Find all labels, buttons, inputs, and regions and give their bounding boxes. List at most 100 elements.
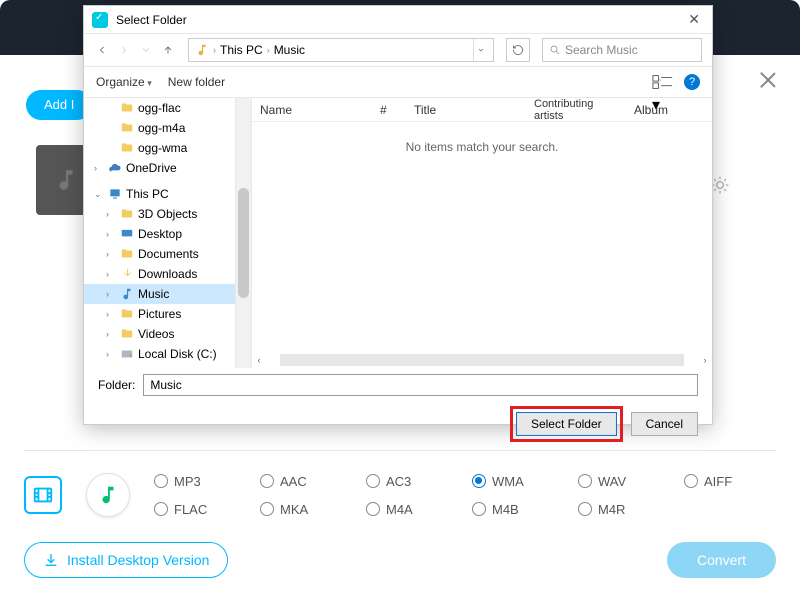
tree-item-desktop[interactable]: ›Desktop [84, 224, 235, 244]
format-radio-mp3[interactable]: MP3 [154, 467, 234, 495]
format-radio-m4a[interactable]: M4A [366, 495, 446, 523]
breadcrumb-dropdown[interactable] [473, 39, 487, 61]
tree-item-ogg-m4a[interactable]: ogg-m4a [84, 118, 235, 138]
radio-icon [578, 474, 592, 488]
tree-item-ogg-wma[interactable]: ogg-wma [84, 138, 235, 158]
format-radio-mka[interactable]: MKA [260, 495, 340, 523]
folder-tree[interactable]: ogg-flacogg-m4aogg-wma›OneDrive⌄This PC›… [84, 98, 236, 368]
empty-results-text: No items match your search. [252, 140, 712, 154]
folder-ic-icon [120, 207, 134, 221]
tree-item-documents[interactable]: ›Documents [84, 244, 235, 264]
panel-close-icon[interactable] [758, 70, 778, 90]
breadcrumb-root[interactable]: This PC [220, 43, 263, 57]
radio-icon [578, 502, 592, 516]
tree-item-local-disk-c-[interactable]: ›Local Disk (C:) [84, 344, 235, 364]
breadcrumb-current[interactable]: Music [274, 43, 305, 57]
radio-icon [366, 474, 380, 488]
folder-ic-icon [120, 327, 134, 341]
folder-name-row: Folder: [84, 368, 712, 398]
format-radio-m4r[interactable]: M4R [578, 495, 658, 523]
nav-back-button[interactable] [94, 42, 110, 58]
view-options-button[interactable]: ▾ [652, 74, 674, 90]
download-icon [43, 552, 59, 568]
new-folder-button[interactable]: New folder [168, 75, 225, 89]
divider [24, 450, 776, 451]
select-folder-button[interactable]: Select Folder [516, 412, 617, 436]
radio-icon [472, 502, 486, 516]
refresh-button[interactable] [506, 38, 530, 62]
footer-row: Install Desktop Version Convert [24, 542, 776, 578]
radio-icon [366, 502, 380, 516]
format-radio-ac3[interactable]: AC3 [366, 467, 446, 495]
radio-icon [260, 502, 274, 516]
dialog-nav-row: › This PC › Music Search Music [84, 34, 712, 66]
search-icon [549, 44, 561, 56]
nav-recent-dropdown[interactable] [138, 42, 154, 58]
tree-scrollbar[interactable] [236, 98, 252, 368]
tree-item-music[interactable]: ›Music [84, 284, 235, 304]
radio-icon [472, 474, 486, 488]
file-list-pane: Name # Title Contributing artists Album … [252, 98, 712, 368]
convert-button[interactable]: Convert [667, 542, 776, 578]
search-placeholder: Search Music [565, 43, 638, 57]
tree-item-onedrive[interactable]: ›OneDrive [84, 158, 235, 178]
desktop-ic-icon [120, 227, 134, 241]
tree-item-downloads[interactable]: ›Downloads [84, 264, 235, 284]
dialog-titlebar: Select Folder ✕ [84, 6, 712, 34]
format-radio-wma[interactable]: WMA [472, 467, 552, 495]
col-title[interactable]: Title [406, 103, 526, 117]
organize-menu[interactable]: Organize [96, 75, 152, 89]
highlight-box: Select Folder [510, 406, 623, 442]
help-icon[interactable]: ? [684, 74, 700, 90]
search-input[interactable]: Search Music [542, 38, 702, 62]
horizontal-scrollbar[interactable]: ‹› [252, 352, 712, 368]
folder-name-input[interactable] [143, 374, 698, 396]
radio-icon [154, 474, 168, 488]
format-radio-flac[interactable]: FLAC [154, 495, 234, 523]
tree-item-videos[interactable]: ›Videos [84, 324, 235, 344]
nav-up-button[interactable] [160, 42, 176, 58]
breadcrumb-bar[interactable]: › This PC › Music [188, 38, 494, 62]
dialog-close-button[interactable]: ✕ [684, 11, 704, 28]
column-headers[interactable]: Name # Title Contributing artists Album [252, 98, 712, 122]
folder-ic-icon [120, 141, 134, 155]
install-desktop-button[interactable]: Install Desktop Version [24, 542, 228, 578]
col-contrib[interactable]: Contributing artists [526, 98, 626, 122]
radio-icon [154, 502, 168, 516]
format-radio-aiff[interactable]: AIFF [684, 467, 764, 495]
col-album[interactable]: Album [626, 103, 686, 117]
folder-ic-icon [120, 121, 134, 135]
format-radio-wav[interactable]: WAV [578, 467, 658, 495]
folder-ic-icon [120, 101, 134, 115]
col-name[interactable]: Name [252, 103, 372, 117]
format-radio-aac[interactable]: AAC [260, 467, 340, 495]
format-selector-row: MP3 AAC AC3 WMA WAV AIFF FLAC MKA M4A M4B M4R [24, 460, 776, 530]
format-radio-m4b[interactable]: M4B [472, 495, 552, 523]
cancel-button[interactable]: Cancel [631, 412, 698, 436]
folder-ic-icon [120, 307, 134, 321]
nav-forward-button[interactable] [116, 42, 132, 58]
folder-ic-icon [120, 247, 134, 261]
pc-ic-icon [108, 187, 122, 201]
app-logo-icon [92, 12, 108, 28]
music-ic-icon [120, 287, 134, 301]
radio-icon [684, 474, 698, 488]
tree-item-3d-objects[interactable]: ›3D Objects [84, 204, 235, 224]
video-mode-button[interactable] [24, 476, 62, 514]
tree-item-pictures[interactable]: ›Pictures [84, 304, 235, 324]
install-label: Install Desktop Version [67, 552, 209, 568]
col-num[interactable]: # [372, 103, 406, 117]
chevron-right-icon: › [213, 45, 216, 55]
disk-ic-icon [120, 347, 134, 361]
chevron-right-icon: › [267, 45, 270, 55]
tree-item-ogg-flac[interactable]: ogg-flac [84, 98, 235, 118]
cloud-ic-icon [108, 161, 122, 175]
folder-label: Folder: [98, 378, 135, 392]
dialog-toolbar: Organize New folder ▾ ? [84, 66, 712, 98]
settings-gear-icon[interactable] [710, 175, 730, 195]
folder-ic-icon [120, 267, 134, 281]
audio-mode-button[interactable] [86, 473, 130, 517]
tree-item-this-pc[interactable]: ⌄This PC [84, 184, 235, 204]
radio-icon [260, 474, 274, 488]
dialog-title: Select Folder [116, 13, 187, 27]
